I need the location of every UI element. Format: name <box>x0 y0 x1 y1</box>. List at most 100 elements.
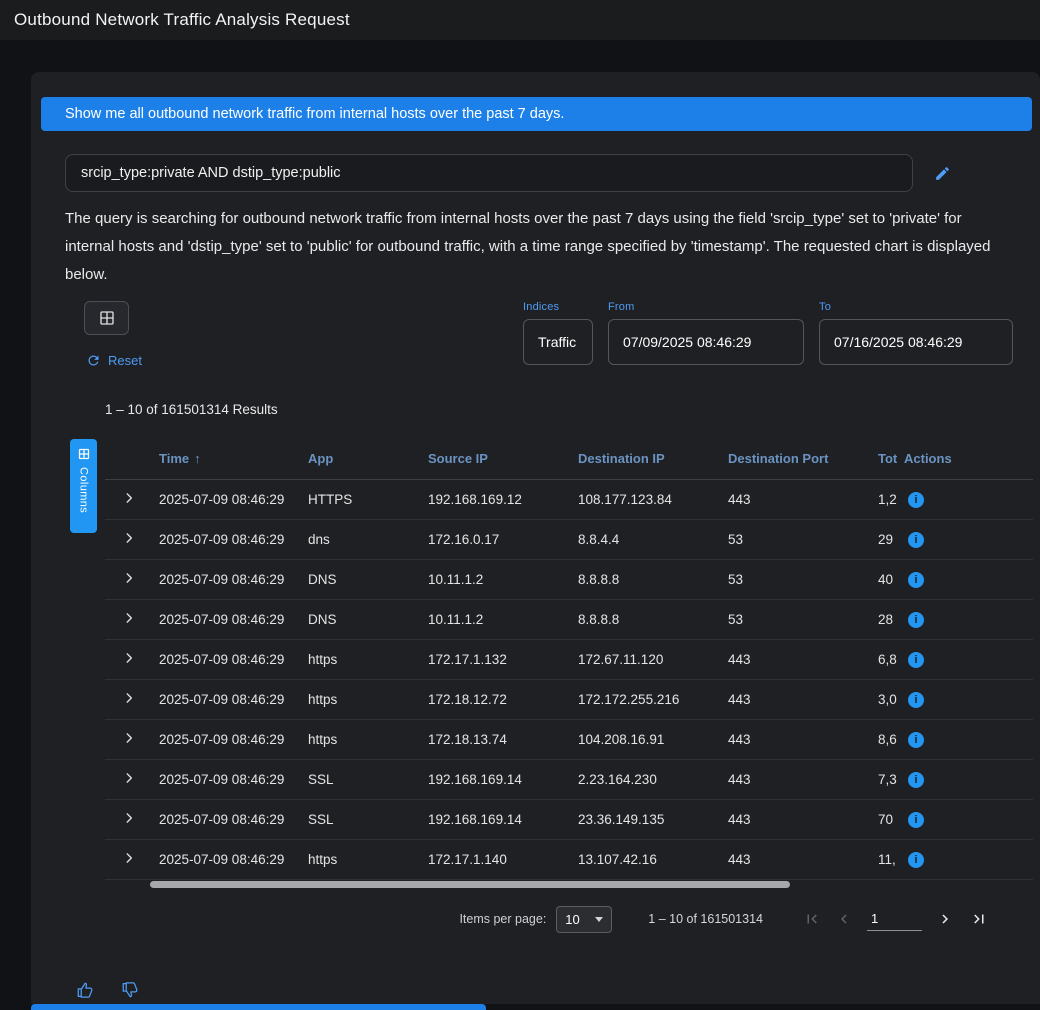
col-header-expand <box>105 439 153 479</box>
from-label: From <box>608 301 804 313</box>
info-icon[interactable]: i <box>908 652 924 668</box>
next-prompt-banner <box>31 1004 486 1010</box>
table-view-button[interactable] <box>84 301 129 335</box>
cell-total: 40 <box>872 559 898 599</box>
cell-total: 6,8 <box>872 639 898 679</box>
cell-expand <box>105 759 153 799</box>
col-header-time[interactable]: Time↑ <box>153 439 302 479</box>
chevron-right-icon <box>122 691 136 705</box>
info-icon[interactable]: i <box>908 812 924 828</box>
edit-query-button[interactable] <box>932 163 953 184</box>
thumbs-up-button[interactable] <box>76 981 94 999</box>
from-datetime-input[interactable]: 07/09/2025 08:46:29 <box>608 319 804 365</box>
cell-actions: i <box>898 799 1033 839</box>
cell-destination-port: 53 <box>722 599 872 639</box>
reset-button[interactable]: Reset <box>86 353 142 368</box>
cell-expand <box>105 799 153 839</box>
info-icon[interactable]: i <box>908 772 924 788</box>
results-table: Time↑ App Source IP Destination IP Desti… <box>105 439 1033 880</box>
col-header-actions: Actions <box>898 439 1033 479</box>
cell-app: DNS <box>302 559 422 599</box>
next-page-button[interactable] <box>936 910 954 928</box>
cell-destination-ip: 23.36.149.135 <box>572 799 722 839</box>
cell-source-ip: 192.168.169.14 <box>422 759 572 799</box>
info-icon[interactable]: i <box>908 732 924 748</box>
chevron-right-icon <box>122 531 136 545</box>
cell-time: 2025-07-09 08:46:29 <box>153 679 302 719</box>
expand-row-button[interactable] <box>122 811 136 825</box>
last-page-button[interactable] <box>970 910 988 928</box>
expand-row-button[interactable] <box>122 731 136 745</box>
thumbs-down-button[interactable] <box>121 981 139 999</box>
cell-destination-port: 53 <box>722 519 872 559</box>
expand-row-button[interactable] <box>122 491 136 505</box>
view-controls: Reset <box>84 301 142 368</box>
horizontal-scrollbar[interactable] <box>105 880 1033 888</box>
cell-source-ip: 172.17.1.140 <box>422 839 572 879</box>
from-field: From 07/09/2025 08:46:29 <box>608 301 804 365</box>
col-header-source-ip[interactable]: Source IP <box>422 439 572 479</box>
col-header-destination-port[interactable]: Destination Port <box>722 439 872 479</box>
cell-expand <box>105 719 153 759</box>
cell-actions: i <box>898 519 1033 559</box>
expand-row-button[interactable] <box>122 531 136 545</box>
table-row: 2025-07-09 08:46:29 DNS 10.11.1.2 8.8.8.… <box>105 599 1033 639</box>
col-header-total[interactable]: Tot <box>872 439 898 479</box>
cell-app: SSL <box>302 799 422 839</box>
cell-total: 29 <box>872 519 898 559</box>
cell-destination-ip: 104.208.16.91 <box>572 719 722 759</box>
info-icon[interactable]: i <box>908 612 924 628</box>
cell-time: 2025-07-09 08:46:29 <box>153 559 302 599</box>
results-summary: 1 – 10 of 161501314 Results <box>105 402 1040 417</box>
expand-row-button[interactable] <box>122 571 136 585</box>
table-grid-icon <box>99 310 115 326</box>
chevron-right-icon <box>122 811 136 825</box>
cell-time: 2025-07-09 08:46:29 <box>153 839 302 879</box>
table-row: 2025-07-09 08:46:29 https 172.17.1.132 1… <box>105 639 1033 679</box>
cell-source-ip: 10.11.1.2 <box>422 559 572 599</box>
items-per-page-select[interactable]: 10 <box>556 906 612 933</box>
info-icon[interactable]: i <box>908 532 924 548</box>
reset-icon <box>86 353 101 368</box>
cell-actions: i <box>898 599 1033 639</box>
to-field: To 07/16/2025 08:46:29 <box>819 301 1013 365</box>
cell-time: 2025-07-09 08:46:29 <box>153 719 302 759</box>
expand-row-button[interactable] <box>122 851 136 865</box>
table-body: 2025-07-09 08:46:29 HTTPS 192.168.169.12… <box>105 479 1033 879</box>
cell-app: https <box>302 639 422 679</box>
table-row: 2025-07-09 08:46:29 dns 172.16.0.17 8.8.… <box>105 519 1033 559</box>
cell-actions: i <box>898 839 1033 879</box>
prev-page-button[interactable] <box>835 910 853 928</box>
expand-row-button[interactable] <box>122 651 136 665</box>
cell-time: 2025-07-09 08:46:29 <box>153 799 302 839</box>
table-row: 2025-07-09 08:46:29 SSL 192.168.169.14 2… <box>105 759 1033 799</box>
chevron-right-icon <box>122 731 136 745</box>
scrollbar-thumb[interactable] <box>150 881 790 888</box>
expand-row-button[interactable] <box>122 771 136 785</box>
col-header-destination-ip[interactable]: Destination IP <box>572 439 722 479</box>
info-icon[interactable]: i <box>908 572 924 588</box>
cell-app: dns <box>302 519 422 559</box>
indices-select[interactable]: Traffic <box>523 319 593 365</box>
columns-button[interactable]: Columns <box>70 439 97 533</box>
expand-row-button[interactable] <box>122 691 136 705</box>
first-page-icon <box>803 910 821 928</box>
expand-row-button[interactable] <box>122 611 136 625</box>
cell-source-ip: 172.17.1.132 <box>422 639 572 679</box>
query-row: srcip_type:private AND dstip_type:public <box>65 154 1040 192</box>
cell-actions: i <box>898 679 1033 719</box>
first-page-button[interactable] <box>803 910 821 928</box>
info-icon[interactable]: i <box>908 852 924 868</box>
info-icon[interactable]: i <box>908 492 924 508</box>
info-icon[interactable]: i <box>908 692 924 708</box>
cell-app: https <box>302 719 422 759</box>
query-input[interactable]: srcip_type:private AND dstip_type:public <box>65 154 913 192</box>
feedback-row <box>76 981 1040 999</box>
cell-source-ip: 172.18.12.72 <box>422 679 572 719</box>
pagination-bar: Items per page: 10 1 – 10 of 161501314 <box>31 906 988 933</box>
to-datetime-input[interactable]: 07/16/2025 08:46:29 <box>819 319 1013 365</box>
page-number-input[interactable] <box>867 908 922 931</box>
items-per-page-value: 10 <box>565 912 579 927</box>
col-header-app[interactable]: App <box>302 439 422 479</box>
chevron-right-icon <box>122 651 136 665</box>
